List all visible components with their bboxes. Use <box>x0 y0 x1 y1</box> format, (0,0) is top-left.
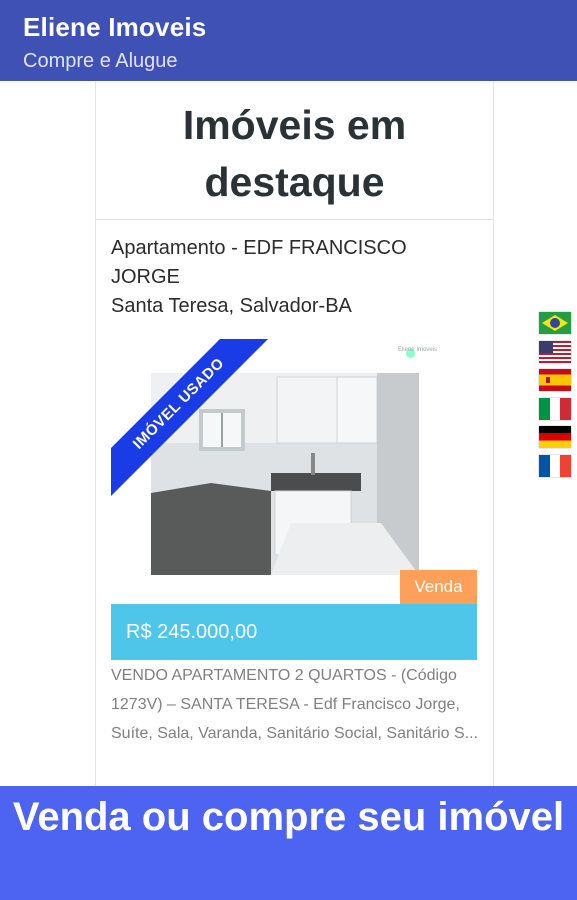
listing-title[interactable]: Apartamento - EDF FRANCISCO JORGE Santa … <box>111 234 481 321</box>
app-title: Eliene Imoveis <box>23 12 207 42</box>
promo-banner: Venda ou compre seu imóvel <box>0 786 577 900</box>
app-subtitle: Compre e Alugue <box>23 50 178 72</box>
listing-name: Apartamento - EDF FRANCISCO JORGE <box>111 237 407 288</box>
sale-badge: Venda <box>400 570 477 604</box>
app-bar: Eliene Imoveis Compre e Alugue <box>0 0 577 81</box>
divider <box>96 219 493 220</box>
photo-watermark: Eliene Imoveis <box>397 347 437 353</box>
listing-price: R$ 245.000,00 <box>126 621 258 643</box>
price-bar[interactable]: R$ 245.000,00 <box>111 604 477 660</box>
featured-heading: Imóveis em destaque <box>182 102 407 205</box>
flag-italy-icon[interactable] <box>539 397 571 420</box>
flag-brazil-icon[interactable] <box>539 312 571 334</box>
listing-description: VENDO APARTAMENTO 2 QUARTOS - (Código 12… <box>111 667 479 742</box>
language-selector <box>539 312 573 484</box>
listing-location: Santa Teresa, Salvador-BA <box>111 295 352 317</box>
listing-photo[interactable]: Eliene Imoveis IMÓVEL USADO <box>111 339 477 579</box>
flag-usa-icon[interactable] <box>539 340 571 363</box>
flag-germany-icon[interactable] <box>539 426 571 449</box>
flag-france-icon[interactable] <box>539 454 571 477</box>
featured-card: Imóveis em destaque Apartamento - EDF FR… <box>95 81 494 786</box>
flag-spain-icon[interactable] <box>539 369 571 392</box>
